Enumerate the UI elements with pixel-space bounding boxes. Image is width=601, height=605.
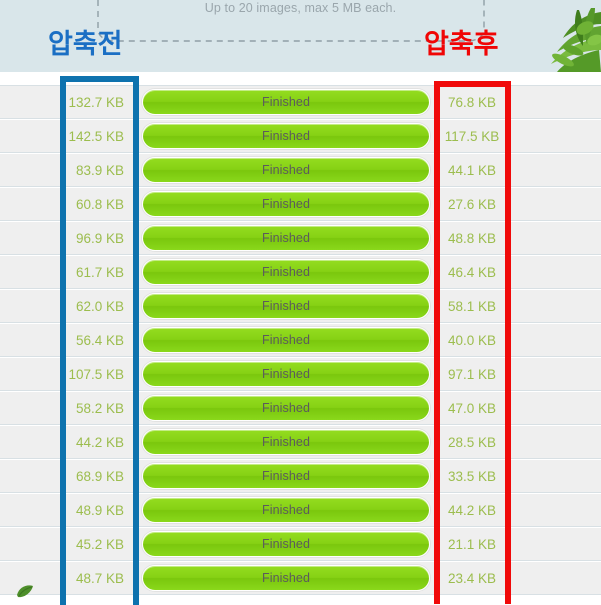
size-after-cell: 40.0 KB [447, 332, 497, 348]
table-row[interactable]: 107.5 KB Finished 97.1 KB [0, 357, 601, 391]
progress-bar: Finished [142, 259, 430, 285]
progress-status-label: Finished [261, 469, 311, 483]
progress-bar: Finished [142, 191, 430, 217]
progress-status-label: Finished [261, 571, 311, 585]
progress-status-label: Finished [261, 265, 311, 279]
upload-header: Up to 20 images, max 5 MB each. 압축전 압축후 [0, 0, 601, 72]
table-row[interactable]: 132.7 KB Finished 76.8 KB [0, 85, 601, 119]
progress-bar: Finished [142, 157, 430, 183]
size-before-cell: 68.9 KB [75, 468, 124, 484]
progress-status-label: Finished [261, 197, 311, 211]
progress-bar: Finished [142, 463, 430, 489]
size-before-cell: 58.2 KB [75, 400, 124, 416]
size-before-cell: 56.4 KB [75, 332, 124, 348]
progress-cell: Finished [138, 459, 434, 493]
progress-bar: Finished [142, 497, 430, 523]
table-row[interactable]: 142.5 KB Finished 117.5 KB [0, 119, 601, 153]
progress-cell: Finished [138, 357, 434, 391]
progress-bar: Finished [142, 565, 430, 591]
progress-cell: Finished [138, 323, 434, 357]
progress-bar: Finished [142, 395, 430, 421]
progress-cell: Finished [138, 425, 434, 459]
size-after-cell: 44.2 KB [447, 502, 497, 518]
annotation-label-after: 압축후 [424, 29, 499, 59]
progress-status-label: Finished [261, 129, 311, 143]
table-row[interactable]: 56.4 KB Finished 40.0 KB [0, 323, 601, 357]
table-row[interactable]: 61.7 KB Finished 46.4 KB [0, 255, 601, 289]
table-row[interactable]: 60.8 KB Finished 27.6 KB [0, 187, 601, 221]
size-before-cell: 83.9 KB [75, 162, 124, 178]
green-leaf-icon [17, 585, 33, 598]
progress-status-label: Finished [261, 367, 311, 381]
size-before-cell: 142.5 KB [68, 128, 124, 144]
progress-cell: Finished [138, 187, 434, 221]
size-after-cell: 47.0 KB [447, 400, 497, 416]
progress-bar: Finished [142, 429, 430, 455]
size-after-cell: 117.5 KB [444, 128, 500, 144]
size-after-cell: 33.5 KB [447, 468, 497, 484]
size-after-cell: 48.8 KB [447, 230, 497, 246]
size-after-cell: 58.1 KB [447, 298, 497, 314]
size-before-cell: 132.7 KB [68, 94, 124, 110]
size-before-cell: 60.8 KB [75, 196, 124, 212]
progress-cell: Finished [138, 255, 434, 289]
progress-bar: Finished [142, 225, 430, 251]
table-row[interactable]: 83.9 KB Finished 44.1 KB [0, 153, 601, 187]
progress-cell: Finished [138, 85, 434, 119]
progress-cell: Finished [138, 493, 434, 527]
progress-status-label: Finished [261, 163, 311, 177]
progress-bar: Finished [142, 293, 430, 319]
table-row[interactable]: 48.9 KB Finished 44.2 KB [0, 493, 601, 527]
size-after-cell: 76.8 KB [447, 94, 497, 110]
progress-status-label: Finished [261, 231, 311, 245]
size-before-cell: 107.5 KB [68, 366, 124, 382]
table-row[interactable]: 48.7 KB Finished 23.4 KB [0, 561, 601, 595]
size-before-cell: 48.9 KB [75, 502, 124, 518]
size-before-cell: 44.2 KB [75, 434, 124, 450]
progress-status-label: Finished [261, 299, 311, 313]
progress-bar: Finished [142, 361, 430, 387]
progress-status-label: Finished [261, 503, 311, 517]
progress-bar: Finished [142, 89, 430, 115]
size-after-cell: 46.4 KB [447, 264, 497, 280]
progress-cell: Finished [138, 119, 434, 153]
progress-status-label: Finished [261, 435, 311, 449]
size-after-cell: 23.4 KB [447, 570, 497, 586]
table-row[interactable]: 96.9 KB Finished 48.8 KB [0, 221, 601, 255]
progress-status-label: Finished [261, 537, 311, 551]
size-after-cell: 44.1 KB [447, 162, 497, 178]
table-row[interactable]: 58.2 KB Finished 47.0 KB [0, 391, 601, 425]
size-before-cell: 62.0 KB [75, 298, 124, 314]
upload-list: 132.7 KB Finished 76.8 KB 142.5 KB Finis… [0, 72, 601, 605]
progress-bar: Finished [142, 531, 430, 557]
size-after-cell: 28.5 KB [447, 434, 497, 450]
progress-bar: Finished [142, 327, 430, 353]
progress-cell: Finished [138, 289, 434, 323]
palm-plant-photo [505, 6, 601, 72]
progress-status-label: Finished [261, 333, 311, 347]
size-before-cell: 96.9 KB [75, 230, 124, 246]
progress-cell: Finished [138, 561, 434, 595]
progress-cell: Finished [138, 527, 434, 561]
progress-cell: Finished [138, 391, 434, 425]
progress-status-label: Finished [261, 401, 311, 415]
size-before-cell: 61.7 KB [75, 264, 124, 280]
table-row[interactable]: 62.0 KB Finished 58.1 KB [0, 289, 601, 323]
table-row[interactable]: 44.2 KB Finished 28.5 KB [0, 425, 601, 459]
table-row[interactable]: 45.2 KB Finished 21.1 KB [0, 527, 601, 561]
size-after-cell: 27.6 KB [447, 196, 497, 212]
page-root: Up to 20 images, max 5 MB each. 압축전 압축후 [0, 0, 601, 605]
size-after-cell: 21.1 KB [447, 536, 497, 552]
table-row[interactable]: 68.9 KB Finished 33.5 KB [0, 459, 601, 493]
size-after-cell: 97.1 KB [447, 366, 497, 382]
progress-cell: Finished [138, 221, 434, 255]
progress-cell: Finished [138, 153, 434, 187]
progress-status-label: Finished [261, 95, 311, 109]
annotation-label-before: 압축전 [48, 29, 123, 59]
progress-bar: Finished [142, 123, 430, 149]
size-before-cell: 45.2 KB [75, 536, 124, 552]
